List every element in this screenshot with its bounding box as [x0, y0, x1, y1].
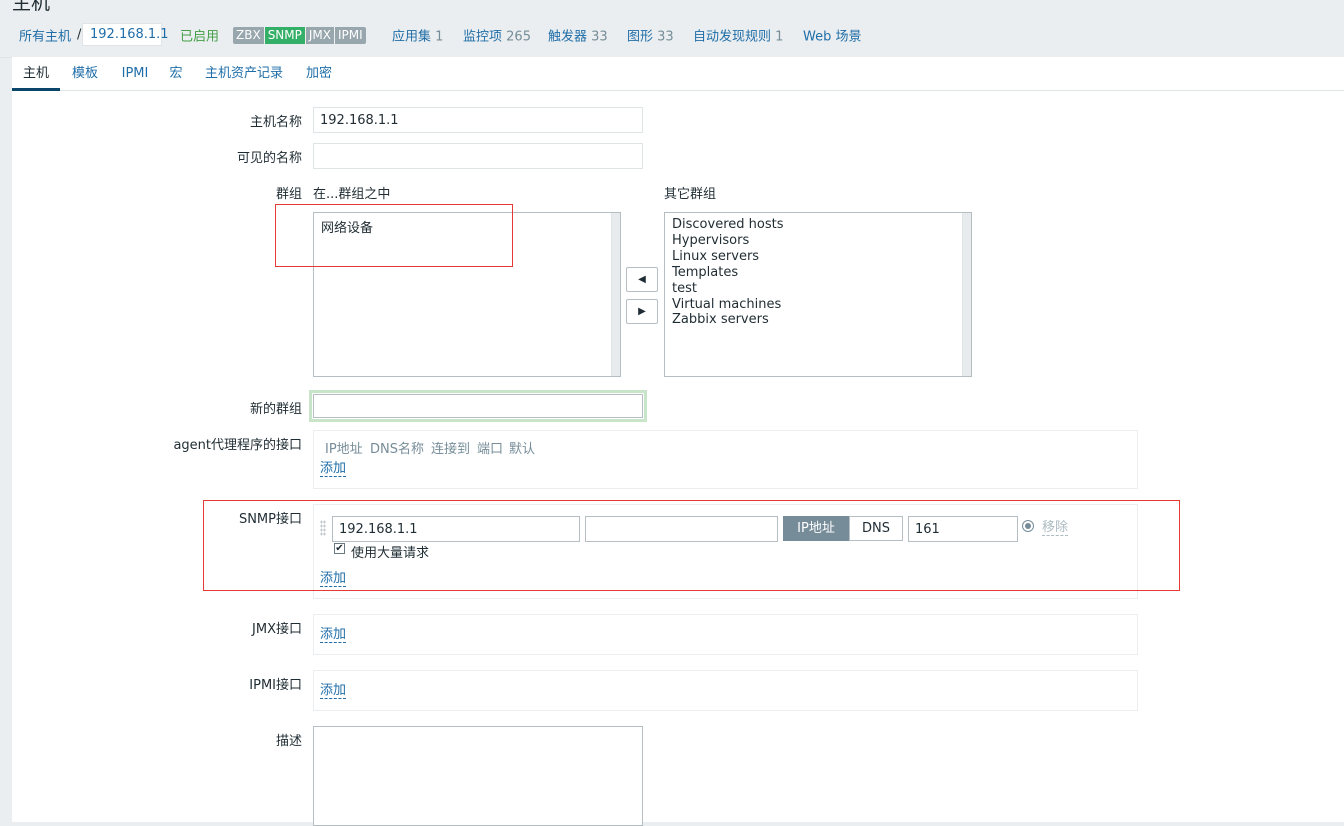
tab-inventory[interactable]: 主机资产记录 [202, 57, 286, 90]
other-groups-listbox[interactable]: Discovered hosts Hypervisors Linux serve… [664, 212, 972, 377]
header-port: 端口 [477, 442, 504, 457]
ipmi-interfaces-label: IPMI接口 [249, 678, 302, 693]
description-label: 描述 [275, 734, 302, 749]
web-scenarios-link[interactable]: Web 场景 [803, 26, 861, 45]
status-enabled[interactable]: 已启用 [180, 26, 219, 45]
breadcrumb-current-host-label: 192.168.1.1 [90, 27, 169, 42]
zbx-badge: ZBX [233, 27, 265, 44]
jmx-interfaces-label: JMX接口 [252, 622, 302, 637]
breadcrumb-all-hosts[interactable]: 所有主机 [19, 26, 71, 45]
tab-strip: 主机 模板 IPMI 宏 主机资产记录 加密 [12, 57, 1344, 91]
move-left-button[interactable]: ◀ [626, 267, 658, 292]
other-group-item[interactable]: Templates [672, 265, 738, 280]
other-groups-scrollbar[interactable] [962, 213, 971, 376]
triangle-left-icon: ◀ [638, 274, 646, 285]
host-form-container: 主机 模板 IPMI 宏 主机资产记录 加密 主机名称 可见的名称 群组 在..… [12, 57, 1344, 826]
add-jmx-interface-link[interactable]: 添加 [320, 628, 347, 643]
new-group-input[interactable] [313, 394, 643, 418]
header-default: 默认 [509, 442, 536, 457]
header-dns: DNS名称 [370, 442, 424, 457]
groups-label: 群组 [275, 187, 302, 202]
description-textarea[interactable] [313, 726, 643, 826]
applications-link[interactable]: 应用集 1 [392, 26, 443, 45]
move-right-button[interactable]: ▶ [626, 299, 658, 324]
triggers-link[interactable]: 触发器 33 [548, 26, 608, 45]
visible-name-input[interactable] [313, 143, 643, 169]
other-group-item[interactable]: Virtual machines [672, 297, 781, 312]
visible-name-label: 可见的名称 [236, 151, 302, 166]
breadcrumb-separator: / [77, 27, 82, 43]
host-name-label: 主机名称 [249, 115, 302, 130]
other-group-item[interactable]: Zabbix servers [672, 312, 769, 327]
discovery-rules-link[interactable]: 自动发现规则 1 [693, 26, 783, 45]
other-group-item[interactable]: Linux servers [672, 249, 759, 264]
add-ipmi-interface-link[interactable]: 添加 [320, 684, 347, 699]
agent-interfaces-panel: IP地址 DNS名称 连接到 端口 默认 添加 [313, 430, 1138, 489]
highlight-box-groups [275, 204, 513, 267]
other-group-item[interactable]: Discovered hosts [672, 217, 783, 232]
ipmi-badge: IPMI [335, 27, 366, 44]
items-link[interactable]: 监控项 265 [463, 26, 531, 45]
jmx-badge: JMX [305, 27, 335, 44]
tab-ipmi[interactable]: IPMI [115, 57, 155, 90]
tab-host[interactable]: 主机 [12, 57, 60, 91]
tab-encryption[interactable]: 加密 [302, 57, 336, 90]
add-agent-interface-link[interactable]: 添加 [320, 462, 347, 477]
new-group-label: 新的群组 [249, 402, 302, 417]
header-ip: IP地址 [325, 442, 363, 457]
other-group-item[interactable]: Hypervisors [672, 233, 749, 248]
page-title: 主机 [12, 0, 51, 14]
ipmi-interfaces-panel: 添加 [313, 670, 1138, 711]
other-group-item[interactable]: test [672, 281, 697, 296]
tab-templates[interactable]: 模板 [68, 57, 102, 90]
in-groups-label: 在...群组之中 [313, 187, 391, 202]
availability-badges: ZBX SNMP JMX IPMI [233, 27, 366, 44]
other-groups-label: 其它群组 [664, 187, 717, 202]
highlight-box-snmp [203, 500, 1180, 591]
breadcrumb-current-host[interactable]: 192.168.1.1 [82, 23, 169, 46]
agent-interfaces-label: agent代理程序的接口 [173, 438, 302, 453]
host-name-input[interactable] [313, 107, 643, 133]
graphs-link[interactable]: 图形 33 [627, 26, 674, 45]
snmp-badge: SNMP [264, 27, 306, 44]
page-header: 主机 所有主机 / 192.168.1.1 已启用 ZBX SNMP JMX I… [0, 0, 1344, 58]
header-connect: 连接到 [431, 442, 471, 457]
jmx-interfaces-panel: 添加 [313, 614, 1138, 655]
triangle-right-icon: ▶ [638, 306, 646, 317]
in-groups-scrollbar[interactable] [611, 213, 620, 376]
tab-macros[interactable]: 宏 [166, 57, 186, 90]
